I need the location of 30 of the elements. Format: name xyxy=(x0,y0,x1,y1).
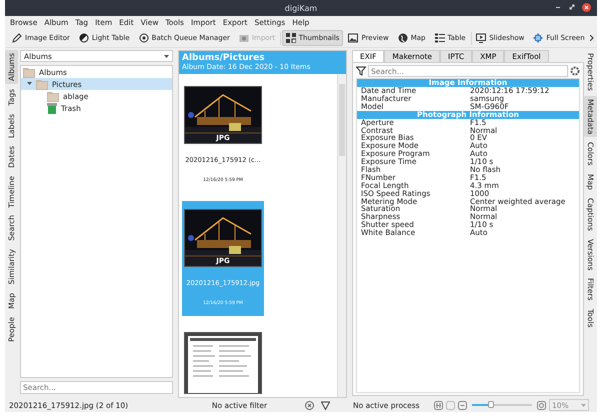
restore-icon[interactable] xyxy=(568,3,576,11)
dropdown-icon xyxy=(581,404,586,406)
image-icon xyxy=(348,33,358,43)
overflow-icon[interactable] xyxy=(590,35,594,41)
zoom-in-icon[interactable] xyxy=(537,400,546,410)
grid-icon[interactable] xyxy=(434,400,443,410)
folder-icon xyxy=(23,66,35,78)
arrows-icon xyxy=(533,33,544,43)
pencil-icon xyxy=(12,33,22,43)
target-icon xyxy=(138,33,149,43)
expand-icon[interactable] xyxy=(27,82,32,86)
scrollbar[interactable] xyxy=(337,74,346,397)
trash-icon xyxy=(47,102,57,114)
clear-icon[interactable] xyxy=(305,400,314,410)
settings-icon[interactable] xyxy=(570,66,580,76)
half-circle-icon xyxy=(78,33,89,43)
table-icon xyxy=(434,33,444,43)
dropdown-icon xyxy=(164,54,169,58)
close-icon[interactable] xyxy=(582,3,591,12)
window-title: digiKam xyxy=(284,4,318,12)
camera-icon xyxy=(238,33,249,43)
folder-icon xyxy=(47,90,59,102)
album-title: Albums/Pictures xyxy=(182,53,266,63)
filter-icon[interactable] xyxy=(321,400,330,410)
globe-icon xyxy=(398,33,408,43)
zoom-out-icon[interactable] xyxy=(458,400,467,410)
folder-icon xyxy=(36,78,48,90)
monitor-icon xyxy=(476,33,486,43)
grid-icon xyxy=(286,33,296,43)
filter-icon[interactable] xyxy=(356,66,366,76)
